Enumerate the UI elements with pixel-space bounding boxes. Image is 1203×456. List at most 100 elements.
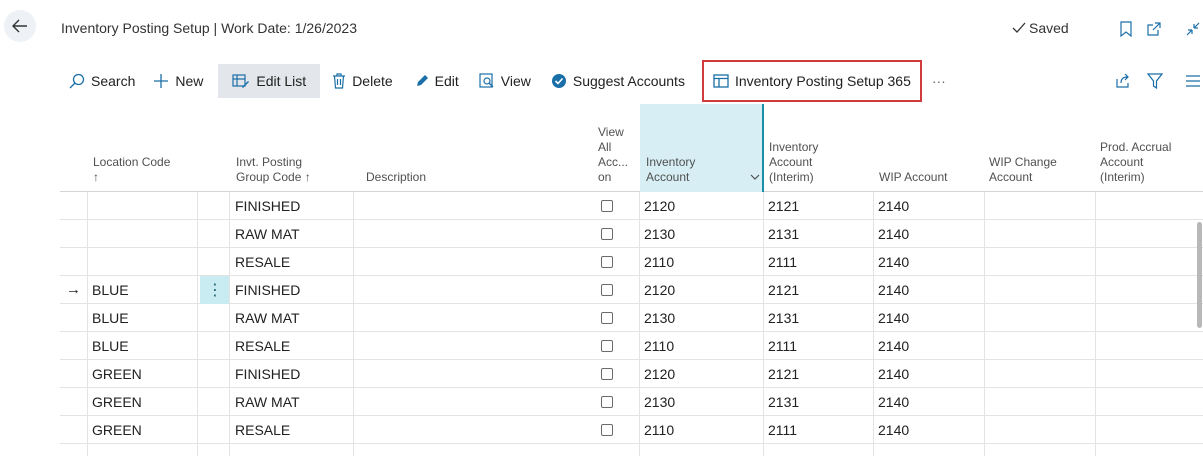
view-all-accounts-checkbox[interactable] <box>601 200 613 212</box>
suggest-accounts-button[interactable]: Suggest Accounts <box>541 64 695 98</box>
column-inventory-account-interim[interactable]: Inventory Account (Interim) <box>769 140 818 185</box>
collapse-button[interactable] <box>1183 19 1203 39</box>
column-location-code[interactable]: Location Code ↑ <box>93 155 170 185</box>
column-inventory-account[interactable]: Inventory Account <box>646 155 760 185</box>
location-code-cell[interactable]: GREEN <box>92 360 142 388</box>
share-icon <box>1116 73 1129 88</box>
search-icon <box>69 73 85 89</box>
check-circle-icon <box>551 74 566 88</box>
inventory-account-cell[interactable]: 2120 <box>644 276 675 304</box>
view-button[interactable]: View <box>469 64 541 98</box>
view-all-accounts-checkbox[interactable] <box>601 228 613 240</box>
inventory-account-cell[interactable]: 2110 <box>644 416 674 444</box>
view-all-accounts-checkbox[interactable] <box>601 368 613 380</box>
column-description[interactable]: Description <box>366 170 426 185</box>
more-options-button[interactable]: ··· <box>923 64 955 98</box>
action-bar: Search New Edit List Delete Edit View Su… <box>60 60 955 102</box>
column-wip-change-account[interactable]: WIP Change Account <box>989 155 1057 185</box>
inventory-account-cell[interactable]: 2130 <box>644 304 675 332</box>
invt-posting-group-cell[interactable]: FINISHED <box>235 192 300 220</box>
view-all-accounts-checkbox[interactable] <box>601 396 613 408</box>
inventory-posting-setup-365-button[interactable]: Inventory Posting Setup 365 <box>701 59 923 103</box>
plus-icon <box>154 74 169 88</box>
wip-account-cell[interactable]: 2140 <box>878 192 909 220</box>
location-code-cell[interactable]: GREEN <box>92 388 142 416</box>
grid-body: FINISHED 2120 2121 2140 RAW MAT 2130 213… <box>60 192 1203 444</box>
location-code-cell[interactable]: BLUE <box>92 304 129 332</box>
view-all-accounts-checkbox[interactable] <box>601 340 613 352</box>
table-row[interactable]: BLUE RESALE 2110 2111 2140 <box>60 332 1203 360</box>
inventory-account-cell[interactable]: 2130 <box>644 220 675 248</box>
row-actions-menu-button[interactable]: ⋮ <box>200 276 230 304</box>
invt-posting-group-cell[interactable]: RESALE <box>235 416 290 444</box>
saved-status: Saved <box>1012 20 1069 36</box>
inventory-interim-cell[interactable]: 2131 <box>768 220 799 248</box>
chevron-down-icon[interactable] <box>750 170 760 185</box>
list-view-button[interactable] <box>1185 64 1201 98</box>
wip-account-cell[interactable]: 2140 <box>878 220 909 248</box>
wip-account-cell[interactable]: 2140 <box>878 276 909 304</box>
inventory-interim-cell[interactable]: 2111 <box>768 332 797 360</box>
delete-button[interactable]: Delete <box>320 64 404 98</box>
table-row[interactable]: BLUE RAW MAT 2130 2131 2140 <box>60 304 1203 332</box>
search-button[interactable]: Search <box>60 64 144 98</box>
table-row[interactable]: RAW MAT 2130 2131 2140 <box>60 220 1203 248</box>
location-code-cell[interactable]: BLUE <box>92 332 129 360</box>
inventory-account-cell[interactable]: 2120 <box>644 192 675 220</box>
wip-account-cell[interactable]: 2140 <box>878 304 909 332</box>
column-invt-posting-group-code[interactable]: Invt. Posting Group Code ↑ <box>236 155 311 185</box>
table-row-selected[interactable]: → BLUE ⋮ FINISHED 2120 2121 2140 <box>60 276 1203 304</box>
table-row[interactable]: GREEN FINISHED 2120 2121 2140 <box>60 360 1203 388</box>
column-prod-accrual-account-interim[interactable]: Prod. Accrual Account (Interim) <box>1100 140 1171 185</box>
invt-posting-group-cell[interactable]: RAW MAT <box>235 388 300 416</box>
table-row[interactable]: RESALE 2110 2111 2140 <box>60 248 1203 276</box>
invt-posting-group-cell[interactable]: RESALE <box>235 248 290 276</box>
inventory-interim-cell[interactable]: 2111 <box>768 416 797 444</box>
share-button[interactable] <box>1115 64 1131 98</box>
wip-account-cell[interactable]: 2140 <box>878 332 909 360</box>
inventory-interim-cell[interactable]: 2131 <box>768 304 799 332</box>
table-row[interactable]: GREEN RAW MAT 2130 2131 2140 <box>60 388 1203 416</box>
scrollbar-thumb[interactable] <box>1197 222 1202 328</box>
inventory-account-cell[interactable]: 2110 <box>644 332 674 360</box>
view-all-accounts-checkbox[interactable] <box>601 284 613 296</box>
wip-account-cell[interactable]: 2140 <box>878 388 909 416</box>
location-code-cell[interactable]: GREEN <box>92 416 142 444</box>
inventory-interim-cell[interactable]: 2121 <box>768 192 799 220</box>
wip-account-cell[interactable]: 2140 <box>878 360 909 388</box>
trash-icon <box>333 73 346 89</box>
view-icon <box>479 73 494 88</box>
inventory-account-cell[interactable]: 2120 <box>644 360 675 388</box>
open-new-window-button[interactable] <box>1144 19 1164 39</box>
inventory-interim-cell[interactable]: 2121 <box>768 276 799 304</box>
inventory-interim-cell[interactable]: 2121 <box>768 360 799 388</box>
column-wip-account[interactable]: WIP Account <box>879 170 947 185</box>
edit-list-button[interactable]: Edit List <box>218 64 321 98</box>
inventory-account-cell[interactable]: 2130 <box>644 388 675 416</box>
view-all-accounts-checkbox[interactable] <box>601 424 613 436</box>
column-header-row: Location Code ↑ Invt. Posting Group Code… <box>60 104 1203 192</box>
ellipsis-icon: ··· <box>931 73 946 89</box>
edit-button[interactable]: Edit <box>405 64 469 98</box>
invt-posting-group-cell[interactable]: RAW MAT <box>235 220 300 248</box>
table-row[interactable]: GREEN RESALE 2110 2111 2140 <box>60 416 1203 444</box>
inventory-interim-cell[interactable]: 2111 <box>768 248 797 276</box>
bookmark-button[interactable] <box>1116 19 1136 39</box>
column-view-all-accounts[interactable]: View All Acc... on <box>598 125 628 185</box>
view-all-accounts-checkbox[interactable] <box>601 312 613 324</box>
inventory-account-cell[interactable]: 2110 <box>644 248 674 276</box>
invt-posting-group-cell[interactable]: RAW MAT <box>235 304 300 332</box>
filter-button[interactable] <box>1147 64 1163 98</box>
table-row[interactable]: FINISHED 2120 2121 2140 <box>60 192 1203 220</box>
location-code-cell[interactable]: BLUE <box>92 276 129 304</box>
new-button[interactable]: New <box>144 64 212 98</box>
page-title: Inventory Posting Setup | Work Date: 1/2… <box>61 20 357 36</box>
wip-account-cell[interactable]: 2140 <box>878 416 909 444</box>
invt-posting-group-cell[interactable]: RESALE <box>235 332 290 360</box>
wip-account-cell[interactable]: 2140 <box>878 248 909 276</box>
invt-posting-group-cell[interactable]: FINISHED <box>235 276 300 304</box>
back-button[interactable] <box>4 10 36 42</box>
inventory-interim-cell[interactable]: 2131 <box>768 388 799 416</box>
invt-posting-group-cell[interactable]: FINISHED <box>235 360 300 388</box>
view-all-accounts-checkbox[interactable] <box>601 256 613 268</box>
